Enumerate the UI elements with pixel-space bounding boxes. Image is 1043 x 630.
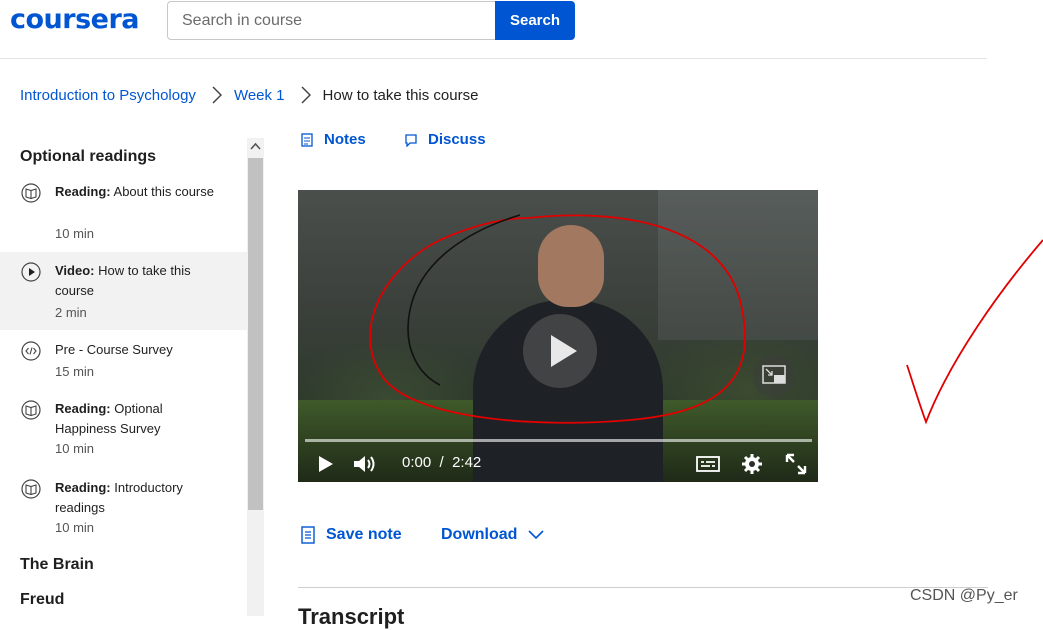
header-divider xyxy=(0,58,987,59)
scroll-up-arrow-icon[interactable] xyxy=(249,140,262,153)
video-frame-building xyxy=(658,190,818,340)
play-icon[interactable] xyxy=(316,452,336,476)
breadcrumb: Introduction to Psychology Week 1 How to… xyxy=(20,86,478,104)
sidebar-scrollbar-thumb[interactable] xyxy=(248,158,263,510)
notes-icon xyxy=(301,132,313,147)
sidebar-item-duration: 2 min xyxy=(55,305,87,320)
sidebar-item-duration: 10 min xyxy=(55,226,95,241)
breadcrumb-week-link[interactable]: Week 1 xyxy=(234,87,285,104)
section-heading-freud[interactable]: Freud xyxy=(20,591,64,609)
sidebar-item-label: Reading: Optional Happiness Survey xyxy=(55,401,163,436)
book-icon xyxy=(21,400,41,420)
sidebar-item-pre-course-survey[interactable]: Pre - Course Survey 15 min xyxy=(0,332,247,388)
annotation-red-checkmark xyxy=(906,239,1043,425)
captions-icon[interactable] xyxy=(695,452,721,476)
volume-icon[interactable] xyxy=(352,452,378,476)
coursera-logo[interactable]: coursera xyxy=(10,4,140,35)
play-icon xyxy=(21,262,41,282)
sidebar-item-about-course[interactable]: Reading: About this course 10 min xyxy=(0,174,247,250)
sidebar-item-introductory-readings[interactable]: Reading: Introductory readings 10 min xyxy=(0,470,247,546)
video-timecode: 0:00 / 2:42 xyxy=(402,454,481,471)
tab-discuss[interactable]: Discuss xyxy=(404,131,486,148)
book-icon xyxy=(21,479,41,499)
download-label: Download xyxy=(441,526,518,543)
pip-icon xyxy=(762,365,786,384)
video-player[interactable]: 0:00 / 2:42 xyxy=(298,190,818,482)
discuss-icon xyxy=(405,133,417,147)
section-heading-the-brain[interactable]: The Brain xyxy=(20,556,94,574)
sidebar-item-label: Video: How to take this course xyxy=(55,263,191,298)
fullscreen-icon[interactable] xyxy=(784,452,808,476)
save-note-label: Save note xyxy=(326,526,402,543)
save-note-button[interactable]: Save note xyxy=(301,526,402,544)
sidebar-item-happiness-survey[interactable]: Reading: Optional Happiness Survey 10 mi… xyxy=(0,391,247,467)
book-icon xyxy=(21,183,41,203)
chevron-right-icon xyxy=(301,86,311,104)
course-sidebar: Optional readings Reading: About this co… xyxy=(0,128,247,616)
chevron-right-icon xyxy=(212,86,222,104)
video-frame-presenter-head xyxy=(538,225,604,307)
sidebar-item-label: Pre - Course Survey xyxy=(55,342,173,357)
breadcrumb-current: How to take this course xyxy=(322,86,479,104)
download-dropdown[interactable]: Download xyxy=(441,526,545,544)
sidebar-item-duration: 15 min xyxy=(55,364,95,379)
tab-notes-label: Notes xyxy=(324,131,366,148)
picture-in-picture-button[interactable] xyxy=(753,355,795,397)
breadcrumb-course-link[interactable]: Introduction to Psychology xyxy=(20,87,196,104)
sidebar-item-duration: 10 min xyxy=(55,441,95,456)
sidebar-item-label: Reading: Introductory readings xyxy=(55,480,183,515)
tab-discuss-label: Discuss xyxy=(428,131,486,148)
transcript-heading: Transcript xyxy=(298,604,405,629)
sidebar-item-how-to-take-course[interactable]: Video: How to take this course 2 min xyxy=(0,252,247,330)
current-time: 0:00 xyxy=(402,454,432,471)
time-separator: / xyxy=(439,454,444,471)
note-icon xyxy=(301,526,315,544)
sidebar-item-label: Reading: About this course xyxy=(55,184,214,199)
tab-notes[interactable]: Notes xyxy=(300,131,366,148)
chevron-down-icon xyxy=(528,530,545,540)
watermark: CSDN @Py_er xyxy=(910,587,1018,604)
section-heading-optional-readings[interactable]: Optional readings xyxy=(20,148,156,166)
big-play-button[interactable] xyxy=(523,314,597,388)
code-icon xyxy=(21,341,41,361)
search-input[interactable] xyxy=(167,1,495,40)
total-duration: 2:42 xyxy=(452,454,482,471)
content-divider xyxy=(298,587,988,588)
search-button[interactable]: Search xyxy=(495,1,575,40)
play-icon xyxy=(551,335,577,367)
settings-gear-icon[interactable] xyxy=(740,452,764,476)
video-progress-bar[interactable] xyxy=(305,439,812,442)
sidebar-item-duration: 10 min xyxy=(55,520,95,535)
